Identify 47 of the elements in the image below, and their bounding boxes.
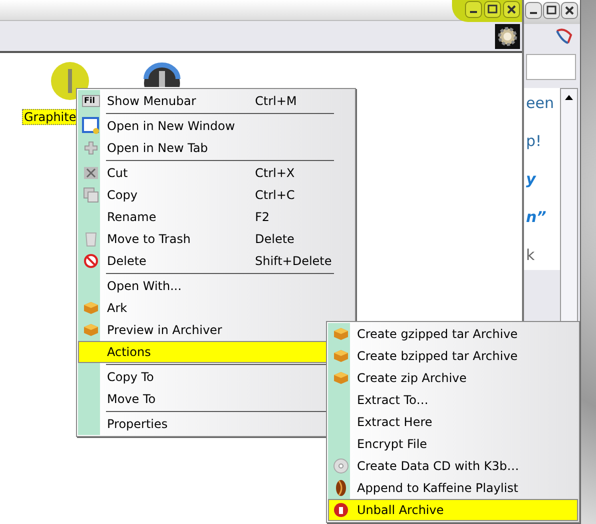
bean-icon (334, 479, 348, 497)
plus-icon (84, 141, 98, 155)
menu-item[interactable]: Cut Ctrl+X (78, 162, 354, 184)
box-icon (333, 349, 349, 363)
maximize-button[interactable] (543, 2, 560, 19)
no-entry-icon (84, 254, 98, 268)
menu-item[interactable]: Encrypt File (328, 433, 578, 455)
browser-logo-icon[interactable] (554, 27, 574, 47)
close-button[interactable] (561, 2, 578, 19)
text-fragment: k (526, 246, 536, 264)
icon-label[interactable]: Graphite (22, 109, 78, 125)
maximize-button[interactable] (484, 1, 501, 18)
box-icon (83, 323, 99, 337)
close-button[interactable] (503, 1, 520, 18)
ball-icon (333, 502, 349, 518)
menu-item[interactable]: Open in New Window (78, 115, 354, 137)
minimize-button[interactable] (465, 1, 482, 18)
trash-icon (85, 231, 97, 247)
box-icon (83, 301, 99, 315)
link-text[interactable]: een (526, 94, 560, 112)
menu-item[interactable]: Unball Archive (328, 499, 578, 521)
menubar-icon: Fil (82, 95, 100, 107)
address-field[interactable] (526, 54, 576, 80)
text-fragment: n” (526, 208, 548, 226)
menu-item[interactable]: Create zip Archive (328, 367, 578, 389)
menu-item[interactable]: Delete Shift+Delete (78, 250, 354, 272)
link-text[interactable]: p! (526, 132, 560, 150)
disc-icon (333, 458, 349, 474)
menu-item[interactable]: Create Data CD with K3b… (328, 455, 578, 477)
scissors-icon (83, 165, 99, 181)
menu-item[interactable]: Append to Kaffeine Playlist (328, 477, 578, 499)
window-icon (82, 117, 100, 135)
menu-item[interactable]: Copy Ctrl+C (78, 184, 354, 206)
minimize-button[interactable] (525, 2, 542, 19)
menu-item[interactable]: Move to Trash Delete (78, 228, 354, 250)
menu-item[interactable]: Extract To… (328, 389, 578, 411)
box-icon (333, 327, 349, 341)
menu-item[interactable]: Open With... (78, 275, 354, 297)
copy-icon (83, 187, 99, 203)
menu-item[interactable]: Extract Here (328, 411, 578, 433)
menu-item[interactable]: Rename F2 (78, 206, 354, 228)
menu-item[interactable]: Ark (78, 297, 354, 319)
menu-item[interactable]: Fil Show Menubar Ctrl+M (78, 90, 354, 112)
gear-icon[interactable] (495, 24, 520, 48)
menu-item[interactable]: Open in New Tab (78, 137, 354, 159)
box-icon (333, 371, 349, 385)
text-fragment: y (526, 170, 538, 188)
